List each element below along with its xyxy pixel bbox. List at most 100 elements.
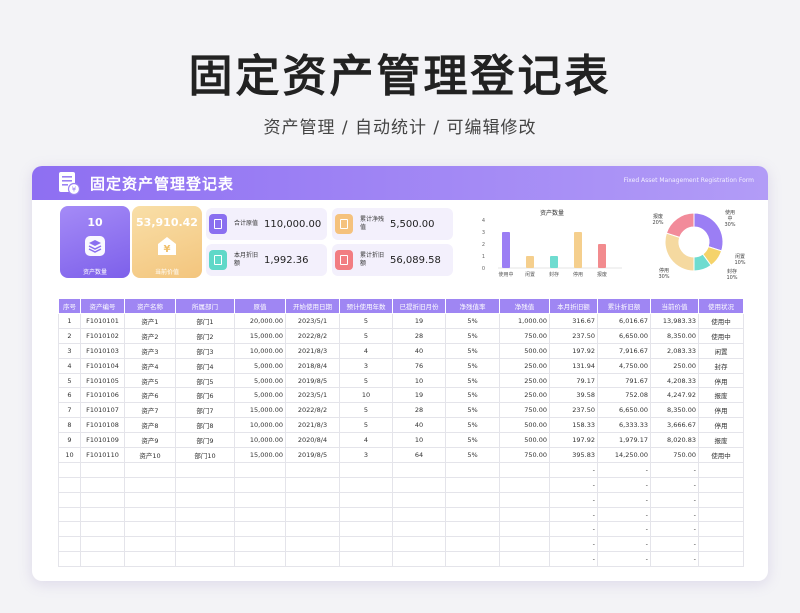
table-cell[interactable] bbox=[58, 476, 81, 493]
table-cell[interactable]: 250.00 bbox=[499, 357, 550, 374]
table-cell[interactable] bbox=[175, 476, 235, 493]
table-cell[interactable]: 2023/5/1 bbox=[285, 387, 340, 404]
table-cell[interactable] bbox=[124, 476, 176, 493]
table-cell[interactable]: 5% bbox=[445, 313, 500, 329]
table-cell[interactable]: 部门7 bbox=[175, 402, 235, 419]
table-cell[interactable]: 197.92 bbox=[549, 342, 598, 359]
table-cell[interactable] bbox=[80, 521, 125, 538]
table-cell[interactable]: 资产10 bbox=[124, 447, 176, 463]
table-cell[interactable]: 使用中 bbox=[698, 313, 744, 329]
table-cell[interactable]: 部门6 bbox=[175, 387, 235, 404]
table-cell[interactable] bbox=[445, 521, 500, 538]
table-cell[interactable]: 500.00 bbox=[499, 417, 550, 434]
table-cell[interactable] bbox=[124, 506, 176, 523]
table-cell[interactable]: 5 bbox=[339, 417, 393, 434]
table-cell[interactable] bbox=[234, 536, 286, 553]
table-cell[interactable]: 封存 bbox=[698, 357, 744, 374]
table-cell[interactable]: 报废 bbox=[698, 387, 744, 404]
table-cell[interactable]: 5,000.00 bbox=[234, 387, 286, 404]
table-cell[interactable] bbox=[698, 521, 744, 538]
table-cell[interactable]: 7 bbox=[58, 402, 81, 419]
table-cell[interactable] bbox=[499, 491, 550, 508]
table-cell[interactable]: - bbox=[549, 521, 598, 538]
table-cell[interactable] bbox=[285, 476, 340, 493]
table-cell[interactable]: 1 bbox=[58, 313, 81, 329]
table-cell[interactable]: 15,000.00 bbox=[234, 327, 286, 344]
table-cell[interactable]: 15,000.00 bbox=[234, 402, 286, 419]
table-cell[interactable]: F1010106 bbox=[80, 387, 125, 404]
table-cell[interactable]: 6,650.00 bbox=[597, 327, 651, 344]
table-cell[interactable] bbox=[499, 506, 550, 523]
table-cell[interactable]: 3 bbox=[58, 342, 81, 359]
table-cell[interactable] bbox=[499, 521, 550, 538]
table-cell[interactable] bbox=[445, 476, 500, 493]
table-cell[interactable]: 9 bbox=[58, 432, 81, 449]
table-cell[interactable]: 4 bbox=[339, 342, 393, 359]
table-cell[interactable] bbox=[499, 476, 550, 493]
table-cell[interactable]: 5% bbox=[445, 342, 500, 359]
table-cell[interactable]: - bbox=[549, 461, 598, 478]
table-cell[interactable]: 5 bbox=[58, 372, 81, 389]
table-cell[interactable]: F1010102 bbox=[80, 327, 125, 344]
table-cell[interactable] bbox=[698, 551, 744, 568]
table-cell[interactable] bbox=[392, 521, 446, 538]
table-cell[interactable]: 395.83 bbox=[549, 447, 598, 463]
table-cell[interactable] bbox=[285, 521, 340, 538]
table-cell[interactable] bbox=[234, 476, 286, 493]
table-cell[interactable]: 4,247.92 bbox=[650, 387, 699, 404]
table-cell[interactable]: 资产8 bbox=[124, 417, 176, 434]
table-cell[interactable]: F1010104 bbox=[80, 357, 125, 374]
table-cell[interactable] bbox=[339, 476, 393, 493]
table-cell[interactable]: 2022/8/2 bbox=[285, 327, 340, 344]
table-cell[interactable] bbox=[392, 506, 446, 523]
table-cell[interactable]: 13,983.33 bbox=[650, 313, 699, 329]
table-cell[interactable] bbox=[58, 521, 81, 538]
table-cell[interactable]: 资产4 bbox=[124, 357, 176, 374]
table-cell[interactable]: 10,000.00 bbox=[234, 432, 286, 449]
table-cell[interactable]: 2018/8/4 bbox=[285, 357, 340, 374]
table-cell[interactable]: 停用 bbox=[698, 417, 744, 434]
table-cell[interactable]: 28 bbox=[392, 327, 446, 344]
table-cell[interactable]: 76 bbox=[392, 357, 446, 374]
table-cell[interactable] bbox=[175, 506, 235, 523]
table-cell[interactable]: F1010103 bbox=[80, 342, 125, 359]
table-cell[interactable]: - bbox=[597, 536, 651, 553]
table-cell[interactable]: 2021/8/3 bbox=[285, 417, 340, 434]
table-cell[interactable] bbox=[234, 521, 286, 538]
table-cell[interactable]: - bbox=[549, 506, 598, 523]
table-cell[interactable]: 资产3 bbox=[124, 342, 176, 359]
table-cell[interactable] bbox=[499, 536, 550, 553]
table-cell[interactable]: - bbox=[549, 491, 598, 508]
table-cell[interactable]: 部门10 bbox=[175, 447, 235, 463]
table-cell[interactable]: 停用 bbox=[698, 402, 744, 419]
table-cell[interactable]: 2022/8/2 bbox=[285, 402, 340, 419]
table-cell[interactable]: 8,350.00 bbox=[650, 402, 699, 419]
table-cell[interactable] bbox=[80, 551, 125, 568]
table-cell[interactable] bbox=[392, 461, 446, 478]
table-cell[interactable]: - bbox=[549, 551, 598, 568]
table-cell[interactable]: F1010107 bbox=[80, 402, 125, 419]
table-cell[interactable]: - bbox=[597, 521, 651, 538]
table-cell[interactable] bbox=[698, 461, 744, 478]
table-cell[interactable]: F1010101 bbox=[80, 313, 125, 329]
table-cell[interactable]: 使用中 bbox=[698, 447, 744, 463]
table-cell[interactable]: 8 bbox=[58, 417, 81, 434]
table-cell[interactable] bbox=[58, 536, 81, 553]
table-cell[interactable]: 2,083.33 bbox=[650, 342, 699, 359]
table-cell[interactable]: 4 bbox=[58, 357, 81, 374]
table-cell[interactable] bbox=[58, 551, 81, 568]
table-cell[interactable] bbox=[285, 461, 340, 478]
table-cell[interactable]: 2 bbox=[58, 327, 81, 344]
table-cell[interactable]: - bbox=[650, 536, 699, 553]
table-cell[interactable]: 8,020.83 bbox=[650, 432, 699, 449]
table-cell[interactable]: F1010109 bbox=[80, 432, 125, 449]
table-cell[interactable]: 4 bbox=[339, 432, 393, 449]
table-cell[interactable]: 237.50 bbox=[549, 402, 598, 419]
table-cell[interactable]: 500.00 bbox=[499, 342, 550, 359]
table-cell[interactable] bbox=[285, 551, 340, 568]
table-cell[interactable]: 2020/8/4 bbox=[285, 432, 340, 449]
table-cell[interactable] bbox=[698, 491, 744, 508]
table-cell[interactable]: 5% bbox=[445, 372, 500, 389]
table-cell[interactable] bbox=[234, 461, 286, 478]
table-cell[interactable]: 750.00 bbox=[499, 402, 550, 419]
